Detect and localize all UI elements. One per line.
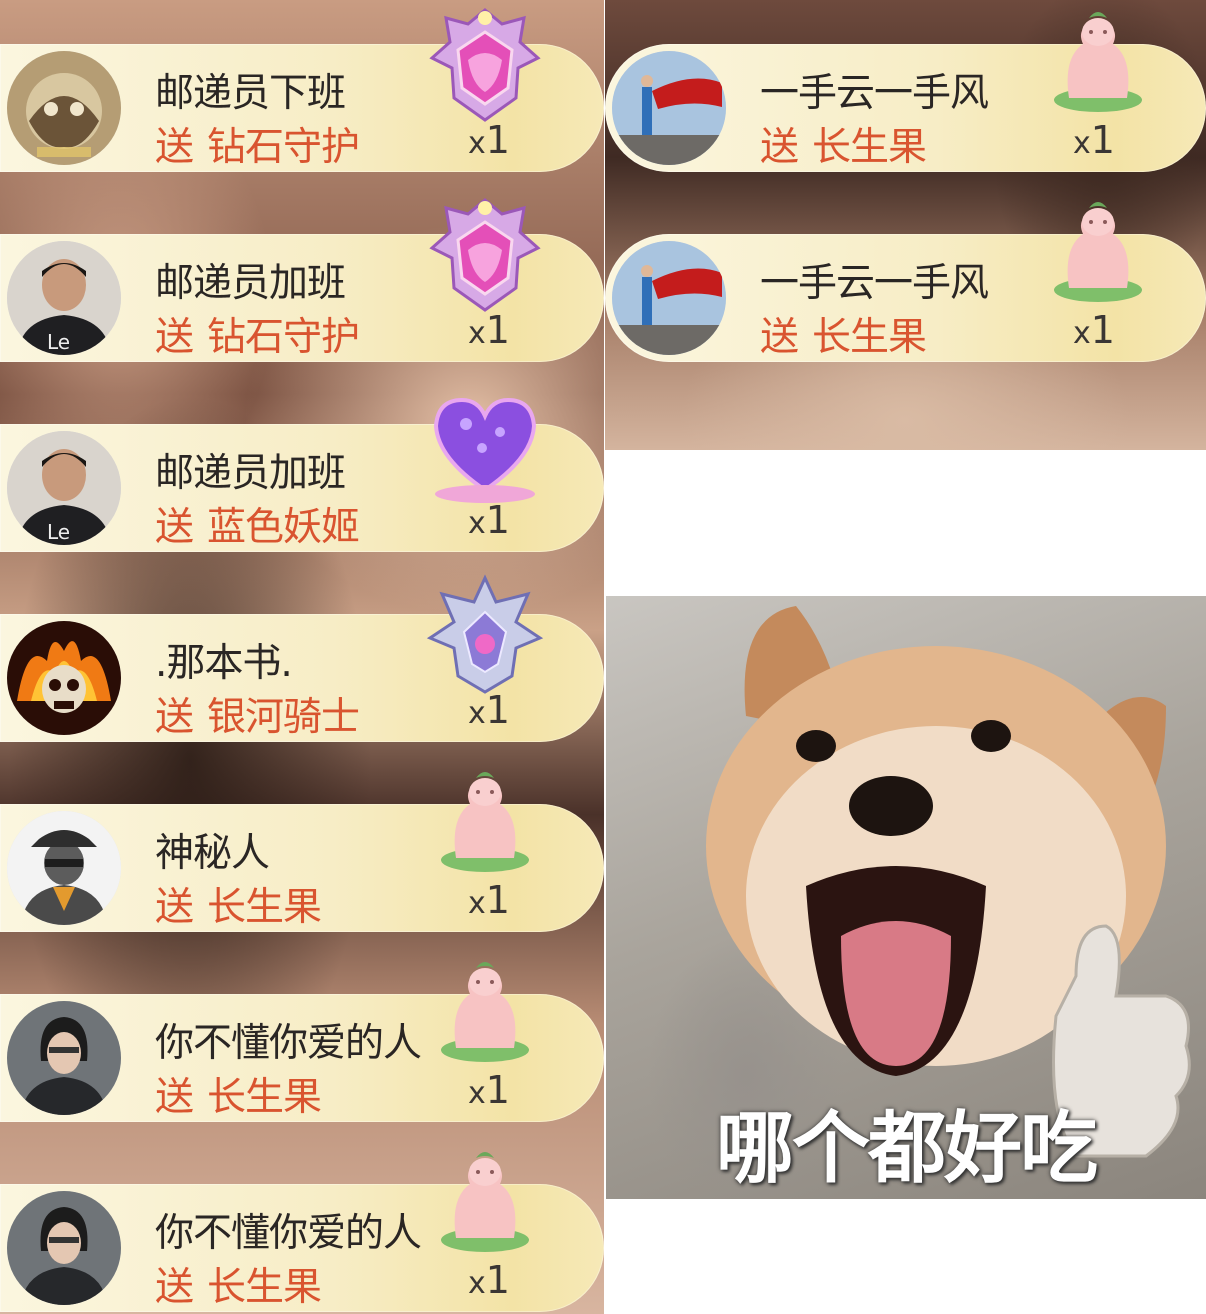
gift-description: 送蓝色妖姬 (155, 496, 360, 552)
username[interactable]: 一手云一手风 (760, 252, 989, 308)
diamond-guard-icon (429, 8, 541, 122)
gift-row[interactable]: 一手云一手风 送长生果 x1 (605, 12, 1206, 172)
username[interactable]: 邮递员下班 (155, 62, 346, 118)
gift-name: 长生果 (207, 1075, 322, 1120)
gift-verb: 送 (760, 315, 799, 360)
avatar[interactable] (7, 811, 121, 925)
gift-verb: 送 (760, 125, 799, 170)
longevity-fruit-icon (441, 772, 529, 872)
svg-text:Le: Le (47, 520, 70, 544)
meme-caption: 哪个都好吃 (715, 1104, 1098, 1194)
dog-meme-image: 哪个都好吃 (606, 596, 1206, 1199)
gift-description: 送长生果 (760, 116, 927, 172)
gift-row[interactable]: Le 邮递员加班 送钻石守护 x1 (0, 198, 604, 362)
longevity-fruit-icon (1054, 12, 1142, 112)
gift-verb: 送 (155, 125, 194, 170)
gift-description: 送长生果 (155, 876, 322, 932)
gift-name: 钻石守护 (207, 125, 360, 170)
gift-name: 银河骑士 (207, 695, 360, 740)
username[interactable]: 神秘人 (155, 822, 270, 878)
gift-verb: 送 (155, 505, 194, 550)
avatar[interactable]: Le (7, 241, 121, 355)
avatar[interactable] (7, 621, 121, 735)
galaxy-knight-icon (426, 574, 544, 694)
longevity-fruit-icon (441, 962, 529, 1062)
username[interactable]: .那本书. (155, 632, 293, 688)
username[interactable]: 邮递员加班 (155, 252, 346, 308)
username[interactable]: 你不懂你爱的人 (155, 1012, 422, 1068)
longevity-fruit-icon (441, 1152, 529, 1252)
username[interactable]: 邮递员加班 (155, 442, 346, 498)
live-gift-feed-left: 邮递员下班 送钻石守护 x1 Le 邮递员加班 送钻石守护 x1 Le 邮递员加… (0, 0, 604, 1314)
purple-heart-icon (433, 397, 537, 503)
avatar[interactable] (7, 1001, 121, 1115)
gift-description: 送长生果 (155, 1066, 322, 1122)
gift-name: 长生果 (812, 125, 927, 170)
gift-name: 长生果 (812, 315, 927, 360)
gift-row[interactable]: 一手云一手风 送长生果 x1 (605, 202, 1206, 362)
avatar[interactable] (7, 1191, 121, 1305)
gift-verb: 送 (155, 1265, 194, 1310)
gift-row[interactable]: 邮递员下班 送钻石守护 x1 (0, 8, 604, 172)
diamond-guard-icon (429, 198, 541, 312)
gift-description: 送钻石守护 (155, 306, 360, 362)
gift-name: 蓝色妖姬 (207, 505, 360, 550)
avatar[interactable]: Le (7, 431, 121, 545)
gift-verb: 送 (155, 885, 194, 930)
gift-name: 钻石守护 (207, 315, 360, 360)
longevity-fruit-icon (1054, 202, 1142, 302)
avatar[interactable] (612, 51, 726, 165)
gift-verb: 送 (155, 315, 194, 360)
gift-row[interactable]: 你不懂你爱的人 送长生果 x1 (0, 1152, 604, 1312)
gift-row[interactable]: .那本书. 送银河骑士 x1 (0, 574, 604, 742)
avatar[interactable] (612, 241, 726, 355)
username[interactable]: 一手云一手风 (760, 62, 989, 118)
gift-verb: 送 (155, 1075, 194, 1120)
gift-row[interactable]: 神秘人 送长生果 x1 (0, 772, 604, 932)
live-gift-feed-right: 一手云一手风 送长生果 x1 一手云一手风 送长生果 x1 (605, 0, 1206, 450)
gift-row[interactable]: 你不懂你爱的人 送长生果 x1 (0, 962, 604, 1122)
gift-verb: 送 (155, 695, 194, 740)
gift-name: 长生果 (207, 885, 322, 930)
gift-description: 送银河骑士 (155, 686, 360, 742)
gift-row[interactable]: Le 邮递员加班 送蓝色妖姬 x1 (0, 397, 604, 552)
gift-name: 长生果 (207, 1265, 322, 1310)
avatar[interactable] (7, 51, 121, 165)
username[interactable]: 你不懂你爱的人 (155, 1202, 422, 1258)
gift-description: 送长生果 (760, 306, 927, 362)
svg-text:Le: Le (47, 330, 70, 354)
gift-description: 送钻石守护 (155, 116, 360, 172)
gift-description: 送长生果 (155, 1256, 322, 1312)
